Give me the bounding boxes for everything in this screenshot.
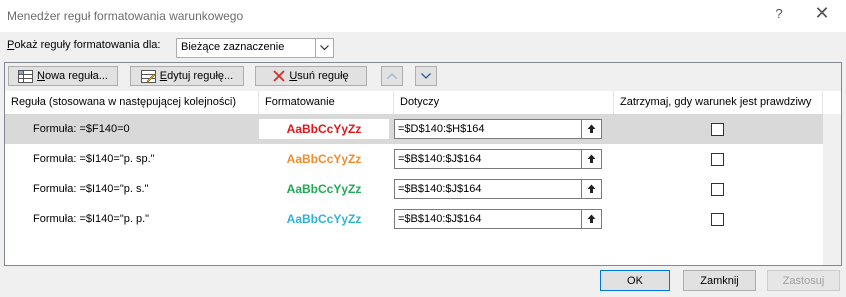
applies-to-field[interactable]: =$B$140:$J$164 <box>394 179 602 199</box>
collapse-dialog-icon <box>587 124 596 133</box>
new-rule-icon <box>18 69 34 83</box>
rules-toolbar: Nowa reguła... Edytuj regułę... Usuń reg… <box>5 63 841 91</box>
arrow-up-icon <box>387 70 397 82</box>
show-rules-label: Pokaż reguły formatowania dla: <box>7 39 161 51</box>
range-picker-button[interactable] <box>581 210 601 228</box>
column-header-applies-to[interactable]: Dotyczy <box>394 91 614 114</box>
column-header-stop-if-true[interactable]: Zatrzymaj, gdy warunek jest prawdziwy <box>614 91 823 114</box>
table-row[interactable]: Formuła: =$I140="p. p." AaBbCcYyZz =$B$1… <box>5 204 823 234</box>
apply-button[interactable]: Zastosuj <box>767 270 840 291</box>
table-row[interactable]: Formuła: =$I140="p. s." AaBbCcYyZz =$B$1… <box>5 174 823 204</box>
range-picker-button[interactable] <box>581 150 601 168</box>
applies-to-field[interactable]: =$D$140:$H$164 <box>394 119 602 139</box>
close-button[interactable]: Zamknij <box>683 270 756 291</box>
new-rule-button[interactable]: Nowa reguła... <box>8 66 118 86</box>
rule-formula: Formuła: =$I140="p. s." <box>33 183 149 195</box>
applies-to-field[interactable]: =$B$140:$J$164 <box>394 149 602 169</box>
column-header-rule[interactable]: Reguła (stosowana w następującej kolejno… <box>5 91 259 114</box>
rules-table-header: Reguła (stosowana w następującej kolejno… <box>5 91 841 115</box>
collapse-dialog-icon <box>587 154 596 163</box>
collapse-dialog-icon <box>587 184 596 193</box>
move-up-button[interactable] <box>381 66 403 86</box>
rule-formula: Formuła: =$I140="p. p." <box>33 213 150 225</box>
arrow-down-icon <box>421 70 431 82</box>
column-header-format[interactable]: Formatowanie <box>259 91 394 114</box>
delete-rule-button[interactable]: Usuń regułę <box>255 66 367 86</box>
help-button[interactable]: ? <box>770 6 788 21</box>
stop-if-true-checkbox[interactable] <box>711 213 724 226</box>
close-window-button[interactable]: ✕ <box>812 3 832 24</box>
applies-to-value: =$D$140:$H$164 <box>398 123 485 135</box>
show-rules-value: Bieżące zaznaczenie <box>181 41 285 53</box>
applies-to-value: =$B$140:$J$164 <box>398 153 482 165</box>
edit-rule-icon <box>140 69 156 83</box>
format-preview: AaBbCcYyZz <box>259 209 389 229</box>
rules-panel: Nowa reguła... Edytuj regułę... Usuń reg… <box>4 62 842 266</box>
delete-rule-label: Usuń regułę <box>289 70 349 82</box>
stop-if-true-checkbox[interactable] <box>711 183 724 196</box>
vertical-scrollbar[interactable] <box>823 114 841 265</box>
chevron-down-icon[interactable] <box>315 39 333 57</box>
stop-if-true-checkbox[interactable] <box>711 123 724 136</box>
format-preview: AaBbCcYyZz <box>259 119 389 139</box>
show-rules-select[interactable]: Bieżące zaznaczenie <box>176 38 334 58</box>
stop-if-true-checkbox[interactable] <box>711 153 724 166</box>
rule-formula: Formuła: =$I140="p. sp." <box>33 153 155 165</box>
table-row[interactable]: Formuła: =$I140="p. sp." AaBbCcYyZz =$B$… <box>5 144 823 174</box>
format-preview: AaBbCcYyZz <box>259 149 389 169</box>
range-picker-button[interactable] <box>581 120 601 138</box>
range-picker-button[interactable] <box>581 180 601 198</box>
new-rule-label: Nowa reguła... <box>37 70 108 82</box>
move-down-button[interactable] <box>415 66 437 86</box>
delete-x-icon <box>273 70 285 82</box>
window-title: Menedżer reguł formatowania warunkowego <box>7 9 244 23</box>
applies-to-value: =$B$140:$J$164 <box>398 183 482 195</box>
ok-button[interactable]: OK <box>600 270 670 291</box>
title-bar: Menedżer reguł formatowania warunkowego … <box>0 0 846 32</box>
table-row[interactable]: Formuła: =$F140=0 AaBbCcYyZz =$D$140:$H$… <box>5 114 823 144</box>
edit-rule-label: Edytuj regułę... <box>159 70 234 82</box>
edit-rule-button[interactable]: Edytuj regułę... <box>130 66 244 86</box>
rule-formula: Formuła: =$F140=0 <box>33 123 130 135</box>
applies-to-field[interactable]: =$B$140:$J$164 <box>394 209 602 229</box>
applies-to-value: =$B$140:$J$164 <box>398 213 482 225</box>
collapse-dialog-icon <box>587 214 596 223</box>
format-preview: AaBbCcYyZz <box>259 179 389 199</box>
